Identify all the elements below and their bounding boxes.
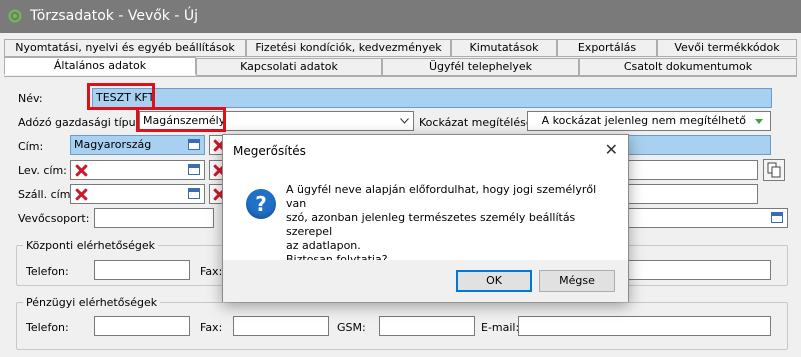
dialog-title: Megerősítés [233,144,306,158]
financial-fax-label: Fax: [200,321,223,334]
financial-phone-label: Telefon: [26,321,69,334]
customer-group-input[interactable] [94,208,214,228]
tab-general-data[interactable]: Általános adatok [4,57,196,75]
ship-country-input[interactable] [70,184,205,204]
financial-email-input[interactable] [518,316,771,336]
mail-detail-input[interactable] [628,160,758,180]
mail-country-input[interactable] [70,160,205,180]
dialog-footer: OK Mégse [223,260,628,302]
financial-fax-input[interactable] [233,316,329,336]
name-highlight [87,83,155,110]
financial-contact-title: Pénzügyi elérhetőségek [23,296,161,309]
ok-button[interactable]: OK [456,270,532,292]
copy-address-button[interactable] [763,159,785,181]
close-icon[interactable]: ✕ [605,140,618,159]
error-x-icon [75,188,88,201]
central-email-input[interactable] [628,260,771,280]
question-icon: ? [246,189,276,219]
risk-value: A kockázat jelenleg nem megítélhető [541,114,746,127]
tab-payment-conditions[interactable]: Fizetési kondíciók, kedvezmények [246,39,451,57]
confirmation-dialog: Megerősítés ✕ ? A ügyfél neve alapján el… [222,134,629,302]
tax-type-highlight [136,107,226,132]
lookup-icon[interactable] [188,139,200,150]
tab-reports[interactable]: Kimutatások [451,39,557,57]
tab-export[interactable]: Exportálás [557,39,657,57]
financial-gsm-input[interactable] [379,316,475,336]
chevron-down-icon [400,118,409,124]
app-icon [8,9,22,23]
error-x-icon [75,164,88,177]
central-phone-label: Telefon: [26,265,69,278]
risk-label: Kockázat megítélése: [419,116,537,129]
risk-select[interactable]: A kockázat jelenleg nem megítélhető [527,111,771,131]
lookup-icon[interactable] [771,212,783,223]
dialog-message-line: A ügyfél neve alapján előfordulhat, hogy… [286,183,597,210]
name-label: Név: [18,92,43,105]
tax-type-label: Adózó gazdasági típusa: [18,116,152,129]
financial-gsm-label: GSM: [337,321,366,334]
tab-print-settings[interactable]: Nyomtatási, nyelvi és egyéb beállítások [4,39,246,57]
chevron-down-icon [755,119,763,124]
central-phone-input[interactable] [94,260,190,280]
address-label: Cím: [18,140,44,153]
window-title: Törzsadatok - Vevők - Új [30,8,198,24]
dialog-message-line: szó, azonban jelenleg természetes személ… [286,211,576,238]
title-bar: Törzsadatok - Vevők - Új [0,0,801,33]
tab-customer-sites[interactable]: Ügyfél telephelyek [382,58,579,76]
ship-address-label: Száll. cím: [18,188,75,201]
central-fax-label: Fax: [200,265,223,278]
address-detail-input[interactable] [628,135,771,155]
address-country-input[interactable]: Magyarország [70,135,205,155]
financial-phone-input[interactable] [94,316,190,336]
customer-group-label: Vevőcsoport: [18,212,90,225]
lookup-icon[interactable] [188,164,200,175]
cancel-button[interactable]: Mégse [539,270,615,292]
central-contact-title: Központi elérhetőségek [23,239,159,252]
tab-customer-product-codes[interactable]: Vevői termékkódok [657,39,797,57]
dialog-message-line: az adatlapon. [286,239,361,252]
copy-icon [767,162,781,178]
tab-attached-documents[interactable]: Csatolt dokumentumok [579,58,797,76]
dialog-message: A ügyfél neve alapján előfordulhat, hogy… [286,183,616,267]
ship-detail-input[interactable] [628,184,758,204]
tab-contact-data[interactable]: Kapcsolati adatok [196,58,382,76]
name-input[interactable]: TESZT KFT [92,88,772,108]
address-country-value: Magyarország [74,138,152,151]
financial-email-label: E-mail: [481,321,520,334]
mail-address-label: Lev. cím: [18,164,67,177]
lookup-icon[interactable] [188,188,200,199]
customer-group-detail-input[interactable] [628,208,788,228]
